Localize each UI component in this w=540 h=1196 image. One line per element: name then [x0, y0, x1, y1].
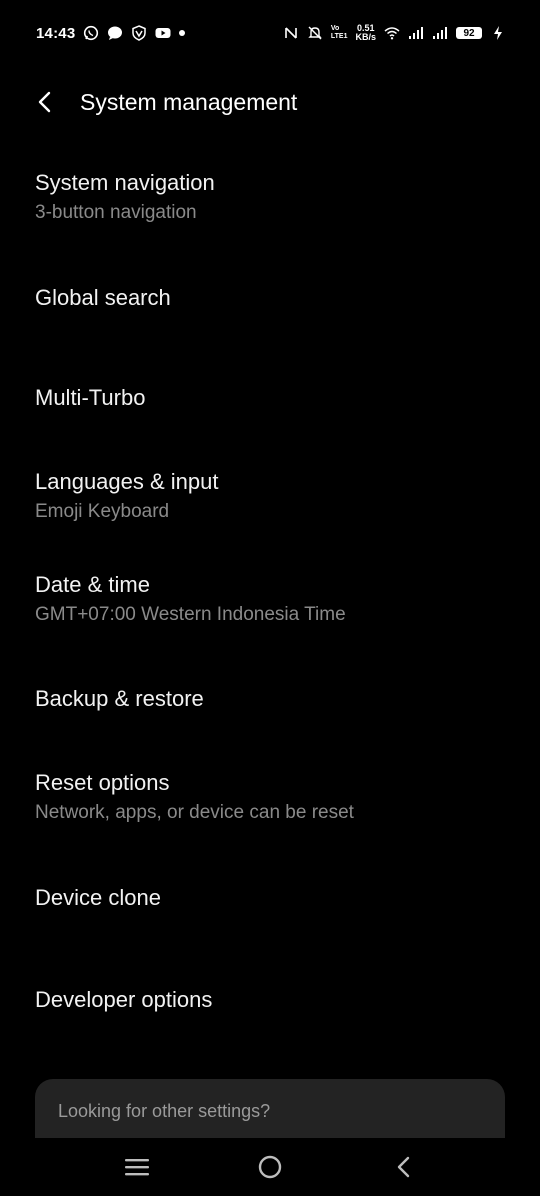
- status-right: Vo LTE1 0.51 KB/s 92: [283, 24, 506, 42]
- notification-dot-icon: [179, 30, 186, 36]
- nav-back-button[interactable]: [379, 1143, 427, 1191]
- setting-subtitle: GMT+07:00 Western Indonesia Time: [35, 604, 346, 625]
- chevron-left-icon: [38, 91, 51, 113]
- status-left: 14:43: [36, 24, 186, 42]
- page-title: System management: [80, 88, 298, 115]
- setting-title: Date & time: [35, 572, 150, 597]
- volte-indicator: Vo LTE1: [331, 25, 348, 41]
- vpn-shield-icon: [131, 25, 147, 41]
- setting-languages-input[interactable]: Languages & input Emoji Keyboard: [35, 468, 505, 525]
- setting-multi-turbo[interactable]: Multi-Turbo: [35, 384, 505, 412]
- setting-title: Device clone: [35, 885, 161, 910]
- menu-icon: [124, 1159, 149, 1176]
- network-speed-unit: KB/s: [355, 32, 376, 42]
- volte-bottom: LTE1: [330, 33, 348, 40]
- setting-title: Global search: [35, 285, 171, 310]
- setting-developer-options[interactable]: Developer options: [35, 986, 505, 1014]
- setting-subtitle: Emoji Keyboard: [35, 501, 170, 522]
- navigation-bar: [0, 1138, 540, 1196]
- setting-subtitle: Network, apps, or device can be reset: [35, 802, 354, 823]
- setting-device-clone[interactable]: Device clone: [35, 884, 505, 912]
- battery-level: 92: [456, 27, 482, 39]
- chevron-back-icon: [398, 1156, 410, 1178]
- wifi-icon: [384, 25, 400, 41]
- setting-title: Developer options: [35, 987, 213, 1012]
- setting-title: Backup & restore: [35, 686, 204, 711]
- setting-title: Reset options: [35, 770, 170, 795]
- volte-top: Vo: [330, 25, 340, 32]
- setting-backup-restore[interactable]: Backup & restore: [35, 685, 505, 713]
- youtube-icon: [155, 25, 171, 41]
- setting-reset-options[interactable]: Reset options Network, apps, or device c…: [35, 769, 505, 826]
- network-speed: 0.51 KB/s: [355, 24, 376, 42]
- chat-bubble-icon: [107, 25, 123, 41]
- signal-sim1-icon: [408, 25, 424, 41]
- home-button[interactable]: [246, 1143, 294, 1191]
- whatsapp-icon: [83, 25, 99, 41]
- setting-title: Languages & input: [35, 469, 219, 494]
- bell-off-icon: [307, 25, 323, 41]
- recents-button[interactable]: [113, 1143, 161, 1191]
- setting-system-navigation[interactable]: System navigation 3-button navigation: [35, 169, 505, 226]
- setting-title: System navigation: [35, 170, 215, 195]
- setting-date-time[interactable]: Date & time GMT+07:00 Western Indonesia …: [35, 571, 505, 628]
- charging-bolt-icon: [490, 25, 506, 41]
- nfc-icon: [283, 25, 299, 41]
- setting-subtitle: 3-button navigation: [35, 202, 197, 223]
- signal-sim2-icon: [432, 25, 448, 41]
- setting-global-search[interactable]: Global search: [35, 284, 505, 312]
- circle-home-icon: [258, 1155, 282, 1179]
- back-button[interactable]: [30, 80, 58, 124]
- status-bar: 14:43 Vo LTE1 0.51 KB/s 92: [36, 18, 506, 48]
- setting-title: Multi-Turbo: [35, 385, 146, 410]
- top-app-bar: System management: [30, 80, 510, 124]
- other-settings-text: Looking for other settings?: [58, 1101, 271, 1121]
- status-time: 14:43: [36, 24, 76, 42]
